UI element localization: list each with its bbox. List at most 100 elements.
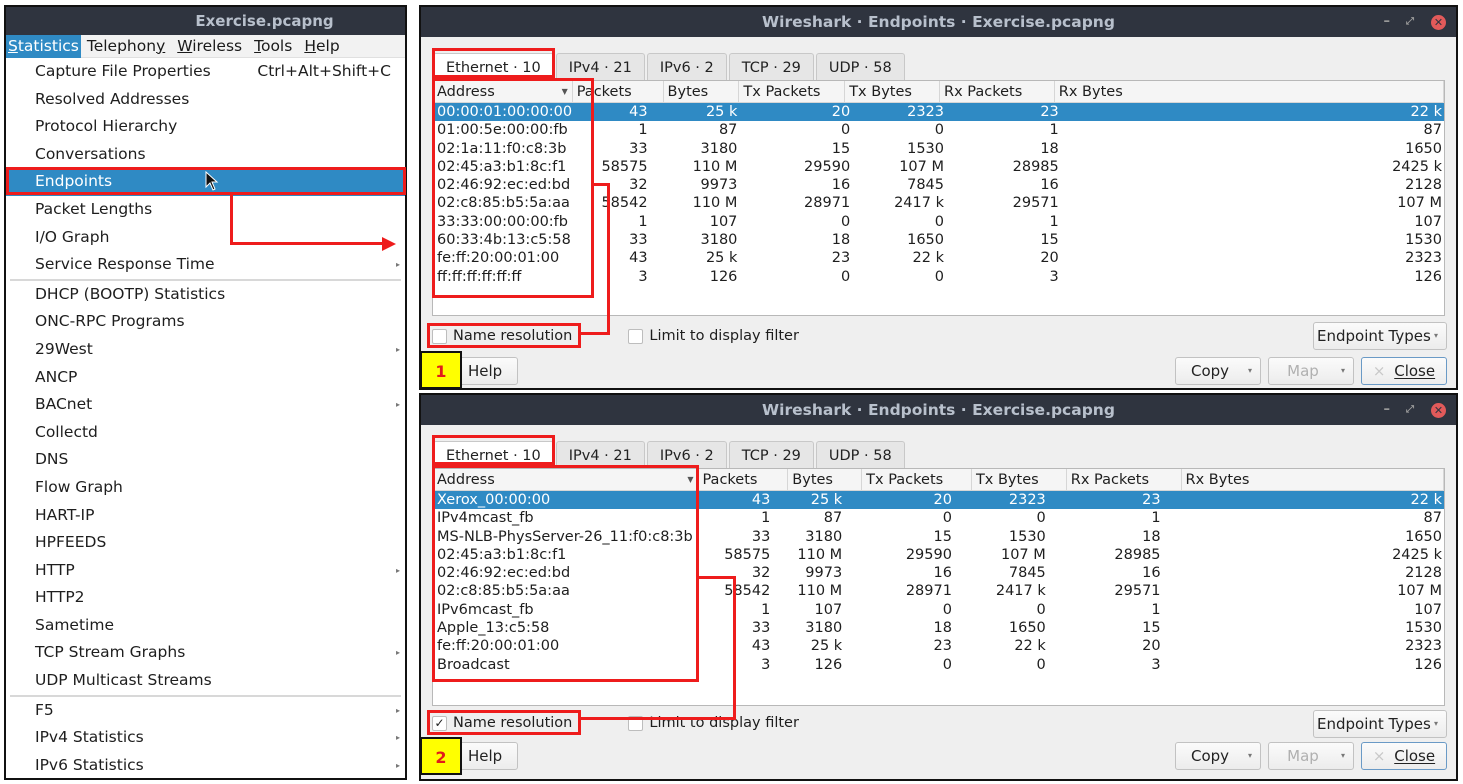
limit-display-filter-checkbox[interactable] [628, 328, 644, 344]
endpoint-types-button[interactable]: Endpoint Types ▾ [1313, 710, 1447, 738]
menu-item-29west[interactable]: 29West ▸ [6, 336, 405, 364]
column-header-rx-bytes[interactable]: Rx Bytes [1182, 469, 1444, 490]
copy-button[interactable]: Copy ▾ [1175, 742, 1261, 770]
help-button[interactable]: Help [459, 357, 518, 385]
table-row[interactable]: MS-NLB-PhysServer-26_11:f0:c8:3b 33 3180 15… [433, 528, 1444, 546]
menu-item-bacnet[interactable]: BACnet ▸ [6, 391, 405, 419]
table-row[interactable]: fe:ff:20:00:01:00 43 25 k 23 22 k 20 2323 [433, 637, 1444, 655]
window-close-icon[interactable]: ✕ [1431, 15, 1446, 30]
window-close-icon[interactable]: ✕ [1431, 403, 1446, 418]
tab-udp[interactable]: UDP · 58 [815, 53, 905, 81]
column-header-bytes[interactable]: Bytes [664, 81, 740, 102]
menu-item-dns[interactable]: DNS [6, 446, 405, 474]
column-header-bytes[interactable]: Bytes [788, 469, 863, 490]
map-button[interactable]: Map ▾ [1268, 742, 1354, 770]
table-row[interactable]: 02:46:92:ec:ed:bd 32 9973 16 7845 16 2128 [433, 564, 1444, 582]
table-row[interactable]: 02:46:92:ec:ed:bd 32 9973 16 7845 16 2128 [433, 176, 1444, 194]
table-row[interactable]: IPv4mcast_fb 1 87 0 0 1 87 [433, 509, 1444, 527]
tab-ipv4[interactable]: IPv4 · 21 [555, 441, 645, 469]
menu-item-http2[interactable]: HTTP2 [6, 584, 405, 612]
menu-item-http[interactable]: HTTP ▸ [6, 557, 405, 585]
menu-item-flow-graph[interactable]: Flow Graph [6, 474, 405, 502]
table-row[interactable]: IPv6mcast_fb 1 107 0 0 1 107 [433, 601, 1444, 619]
table-row[interactable]: 02:c8:85:b5:5a:aa 58542 110 M 28971 2417 k 29… [433, 194, 1444, 212]
table-row[interactable]: 02:c8:85:b5:5a:aa 58542 110 M 28971 2417 k 29… [433, 582, 1444, 600]
table-row[interactable]: 01:00:5e:00:00:fb 1 87 0 0 1 87 [433, 121, 1444, 139]
menu-item-packet-lengths[interactable]: Packet Lengths [6, 196, 405, 224]
menu-item-endpoints[interactable]: Endpoints [6, 168, 405, 196]
column-header-rx-packets[interactable]: Rx Packets [940, 81, 1055, 102]
restore-icon[interactable]: ⤢ [1406, 395, 1414, 425]
tab-tcp[interactable]: TCP · 29 [728, 441, 814, 469]
restore-icon[interactable]: ⤢ [1406, 7, 1414, 37]
menu-item-onc-rpc-programs[interactable]: ONC-RPC Programs [6, 308, 405, 336]
menubar-help[interactable]: Help [298, 35, 345, 58]
menu-item-service-response-time[interactable]: Service Response Time ▸ [6, 251, 405, 279]
menu-item-hpfeeds[interactable]: HPFEEDS [6, 529, 405, 557]
tab-ipv4[interactable]: IPv4 · 21 [555, 53, 645, 81]
limit-display-filter-label[interactable]: Limit to display filter [649, 328, 799, 344]
minimize-icon[interactable]: – [1384, 395, 1391, 425]
column-header-tx-packets[interactable]: Tx Packets [862, 469, 972, 490]
table-row[interactable]: 02:45:a3:b1:8c:f1 58575 110 M 29590 107 M 289… [433, 546, 1444, 564]
menu-item-protocol-hierarchy[interactable]: Protocol Hierarchy [6, 113, 405, 141]
column-header-address[interactable]: Address ▼ [433, 81, 573, 102]
menu-item-sametime[interactable]: Sametime [6, 612, 405, 640]
menu-item-capture-file-properties[interactable]: Capture File Properties Ctrl+Alt+Shift+C [6, 58, 405, 86]
column-header-address[interactable]: Address ▼ [433, 469, 699, 490]
menu-item-hart-ip[interactable]: HART-IP [6, 502, 405, 530]
table-row[interactable]: Apple_13:c5:58 33 3180 18 1650 15 1530 [433, 619, 1444, 637]
menu-item-udp-multicast-streams[interactable]: UDP Multicast Streams [6, 667, 405, 695]
endpoint-types-button[interactable]: Endpoint Types ▾ [1313, 322, 1447, 350]
name-resolution-label[interactable]: Name resolution [453, 715, 572, 731]
menu-item-ipv6-statistics[interactable]: IPv6 Statistics ▸ [6, 752, 405, 778]
copy-button[interactable]: Copy ▾ [1175, 357, 1261, 385]
menu-item-tcp-stream-graphs[interactable]: TCP Stream Graphs ▸ [6, 639, 405, 667]
table-row[interactable]: Broadcast 3 126 0 0 3 126 [433, 656, 1444, 674]
menubar-telephony[interactable]: Telephony [81, 35, 171, 58]
menubar-statistics[interactable]: Statistics [6, 34, 81, 58]
menu-item-dhcp-bootp-statistics[interactable]: DHCP (BOOTP) Statistics [6, 281, 405, 309]
cell-bytes: 110 M [692, 158, 738, 175]
tab-ipv6[interactable]: IPv6 · 2 [646, 53, 727, 81]
column-header-packets[interactable]: Packets [698, 469, 789, 490]
column-header-tx-bytes[interactable]: Tx Bytes [845, 81, 941, 102]
menu-item-resolved-addresses[interactable]: Resolved Addresses [6, 86, 405, 114]
name-resolution-label[interactable]: Name resolution [453, 328, 572, 344]
menu-item-ancp[interactable]: ANCP [6, 364, 405, 392]
tab-ipv6[interactable]: IPv6 · 2 [646, 441, 727, 469]
menu-item-label: DHCP (BOOTP) Statistics [35, 284, 226, 303]
name-resolution-checkbox[interactable]: ✓ [432, 715, 447, 731]
menu-item-ipv4-statistics[interactable]: IPv4 Statistics ▸ [6, 724, 405, 752]
column-header-rx-packets[interactable]: Rx Packets [1067, 469, 1182, 490]
menu-item-f5[interactable]: F5 ▸ [6, 697, 405, 725]
tab-ethernet[interactable]: Ethernet · 10 [433, 441, 554, 469]
cell-address: Xerox_00:00:00 [437, 492, 551, 508]
column-header-tx-bytes[interactable]: Tx Bytes [972, 469, 1067, 490]
tab-tcp[interactable]: TCP · 29 [728, 53, 814, 81]
tab-udp[interactable]: UDP · 58 [815, 441, 905, 469]
map-button[interactable]: Map ▾ [1268, 357, 1354, 385]
column-header-rx-bytes[interactable]: Rx Bytes [1055, 81, 1445, 102]
tab-ethernet[interactable]: Ethernet · 10 [433, 53, 554, 81]
menu-item-collectd[interactable]: Collectd [6, 419, 405, 447]
menubar-wireless[interactable]: Wireless [171, 35, 248, 58]
help-button[interactable]: Help [459, 742, 518, 770]
table-row[interactable]: ff:ff:ff:ff:ff:ff 3 126 0 0 3 126 [433, 268, 1444, 286]
close-button[interactable]: × Close [1361, 357, 1447, 385]
table-row[interactable]: 02:45:a3:b1:8c:f1 58575 110 M 29590 107 M 289… [433, 158, 1444, 176]
table-row[interactable]: 00:00:01:00:00:00 43 25 k 20 2323 23 22 k [433, 103, 1444, 122]
menu-item-i-o-graph[interactable]: I/O Graph [6, 224, 405, 252]
table-row[interactable]: 02:1a:11:f0:c8:3b 33 3180 15 1530 18 1650 [433, 140, 1444, 158]
menu-item-conversations[interactable]: Conversations [6, 141, 405, 169]
menubar-tools[interactable]: Tools [248, 35, 298, 58]
minimize-icon[interactable]: – [1384, 7, 1391, 37]
table-row[interactable]: 60:33:4b:13:c5:58 33 3180 18 1650 15 1530 [433, 231, 1444, 249]
column-header-packets[interactable]: Packets [573, 81, 664, 102]
table-row[interactable]: 33:33:00:00:00:fb 1 107 0 0 1 107 [433, 213, 1444, 231]
table-row[interactable]: fe:ff:20:00:01:00 43 25 k 23 22 k 20 2323 [433, 249, 1444, 267]
column-header-tx-packets[interactable]: Tx Packets [739, 81, 846, 102]
table-row[interactable]: Xerox_00:00:00 43 25 k 20 2323 23 22 k [433, 491, 1444, 510]
name-resolution-checkbox[interactable] [432, 328, 447, 344]
close-button[interactable]: × Close [1361, 742, 1447, 770]
